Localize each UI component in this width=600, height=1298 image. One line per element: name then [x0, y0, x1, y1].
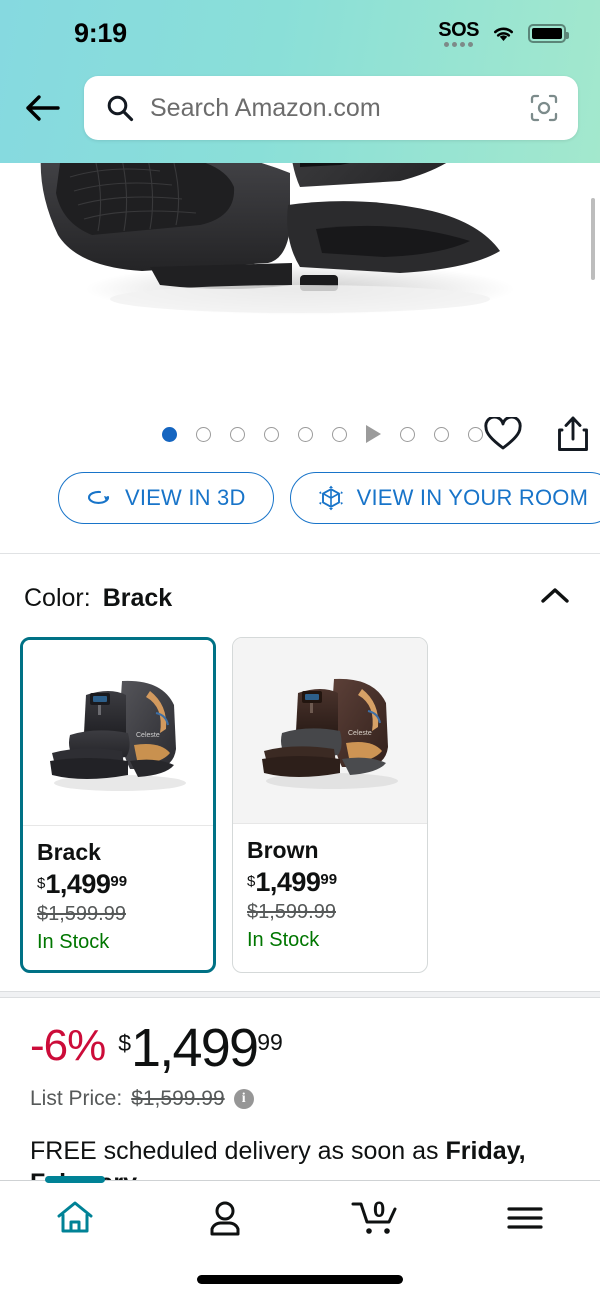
swatch-currency: $ [37, 875, 46, 892]
sos-indicator: SOS [438, 20, 479, 47]
chair-thumbnail-black: Celeste [34, 652, 202, 813]
status-indicators: SOS [438, 20, 569, 47]
price-section: -6% $ 1,499 99 List Price: $1,599.99 i F… [0, 998, 600, 1200]
swatch-price: $ 1,499 99 [247, 869, 413, 896]
person-icon [210, 1201, 240, 1236]
swatch-thumbnail: Celeste [23, 640, 213, 825]
image-scrollbar[interactable] [591, 198, 595, 280]
bottom-navigation: 0 [0, 1176, 600, 1298]
carousel-dot[interactable] [264, 426, 279, 442]
cart-badge-count: 0 [373, 1197, 386, 1222]
carousel-dot[interactable] [332, 426, 347, 442]
swatch-price: $ 1,499 99 [37, 871, 199, 898]
back-arrow-icon [26, 95, 60, 121]
swatch-price-fraction: 99 [320, 871, 338, 888]
home-indicator [197, 1275, 403, 1284]
carousel-dot[interactable] [468, 426, 483, 442]
swatch-details: Brack $ 1,499 99 $1,599.99 In Stock [23, 825, 213, 970]
color-label: Color: [24, 584, 91, 612]
price-main: -6% $ 1,499 99 [30, 1018, 576, 1078]
nav-item-account[interactable] [150, 1181, 300, 1255]
swatch-name: Brown [247, 837, 319, 863]
camera-scan-icon[interactable] [528, 92, 560, 124]
delivery-prefix: FREE scheduled delivery as soon as [30, 1136, 446, 1165]
color-swatch-brack[interactable]: Celeste Brack $ 1,499 99 $1,599.99 In St… [20, 637, 216, 973]
view-in-your-room-label: VIEW IN YOUR ROOM [356, 485, 589, 510]
svg-text:Celeste: Celeste [348, 730, 372, 737]
color-section: Color: Brack Celeste Brack $ 1,499 99 $1… [0, 554, 600, 973]
chair-thumbnail-brown: Celeste [246, 650, 414, 811]
carousel-dot[interactable] [230, 426, 245, 442]
gallery-controls [0, 405, 600, 463]
list-price-label: List Price: [30, 1086, 123, 1110]
status-bar: 9:19 SOS [0, 0, 600, 62]
search-row [0, 62, 600, 154]
view-options: VIEW IN 3D VIEW IN YOUR ROOM [0, 463, 600, 524]
price-currency: $ [118, 1030, 132, 1056]
color-swatch-brown[interactable]: Celeste Brown $ 1,499 99 $1,599.99 In St… [232, 637, 428, 973]
swatch-availability: In Stock [247, 929, 320, 951]
carousel-dot[interactable] [162, 426, 177, 442]
svg-text:Celeste: Celeste [136, 732, 160, 739]
swatch-price-fraction: 99 [110, 873, 128, 890]
hamburger-menu-icon [507, 1207, 543, 1229]
chevron-up-icon [541, 588, 569, 603]
nav-item-cart[interactable]: 0 [300, 1181, 450, 1255]
swatch-price-whole: 1,499 [255, 867, 321, 897]
swatch-availability: In Stock [37, 931, 110, 953]
share-icon [558, 416, 588, 451]
price-fraction: 99 [257, 1029, 283, 1055]
list-price-value: $1,599.99 [131, 1086, 225, 1110]
app-header: 9:19 SOS [0, 0, 600, 163]
carousel-dot[interactable] [298, 426, 313, 442]
nav-item-menu[interactable] [450, 1181, 600, 1255]
search-bar[interactable] [84, 76, 578, 140]
swatch-details: Brown $ 1,499 99 $1,599.99 In Stock [233, 823, 427, 968]
signal-dots [444, 41, 474, 47]
share-button[interactable] [553, 414, 593, 454]
product-image-gallery[interactable] [0, 163, 600, 405]
price-whole: 1,499 [131, 1018, 259, 1078]
view-in-3d-label: VIEW IN 3D [125, 485, 246, 510]
ar-cube-icon [318, 485, 343, 511]
color-header: Color: Brack [0, 554, 600, 617]
sos-label: SOS [438, 18, 479, 41]
home-icon [57, 1201, 93, 1233]
swatch-list-price: $1,599.99 [37, 903, 126, 925]
swatch-thumbnail: Celeste [233, 638, 427, 823]
swatch-price-whole: 1,499 [45, 869, 111, 899]
info-icon[interactable]: i [233, 1088, 254, 1109]
current-price: $ 1,499 99 [118, 1018, 283, 1078]
carousel-dot[interactable] [400, 426, 415, 442]
carousel-dot[interactable] [196, 426, 211, 442]
nav-items: 0 [0, 1176, 600, 1255]
rotate-3d-icon [88, 490, 110, 504]
nav-item-home[interactable] [0, 1176, 150, 1255]
carousel-indicators[interactable] [162, 425, 483, 443]
wishlist-button[interactable] [483, 414, 523, 454]
carousel-dot[interactable] [434, 426, 449, 442]
wifi-icon [494, 27, 513, 41]
list-price-row: List Price: $1,599.99 i [30, 1087, 576, 1111]
swatch-currency: $ [247, 873, 256, 890]
battery-icon [528, 23, 569, 43]
carousel-play-icon[interactable] [366, 425, 381, 443]
active-indicator [45, 1176, 105, 1183]
search-input[interactable] [150, 93, 528, 123]
color-selected-value: Brack [102, 584, 173, 612]
collapse-color-button[interactable] [534, 580, 576, 617]
view-in-3d-button[interactable]: VIEW IN 3D [58, 472, 274, 524]
discount-percent: -6% [30, 1021, 106, 1070]
swatch-list-price: $1,599.99 [247, 901, 336, 923]
view-in-your-room-button[interactable]: VIEW IN YOUR ROOM [289, 472, 600, 524]
color-swatch-list: Celeste Brack $ 1,499 99 $1,599.99 In St… [0, 617, 600, 973]
heart-icon [484, 417, 522, 450]
status-time: 9:19 [74, 17, 127, 48]
gallery-actions [483, 414, 593, 454]
search-icon [107, 95, 134, 122]
section-divider-thick [0, 991, 600, 998]
swatch-name: Brack [37, 839, 101, 865]
product-image[interactable] [0, 163, 560, 397]
back-button[interactable] [18, 83, 68, 133]
